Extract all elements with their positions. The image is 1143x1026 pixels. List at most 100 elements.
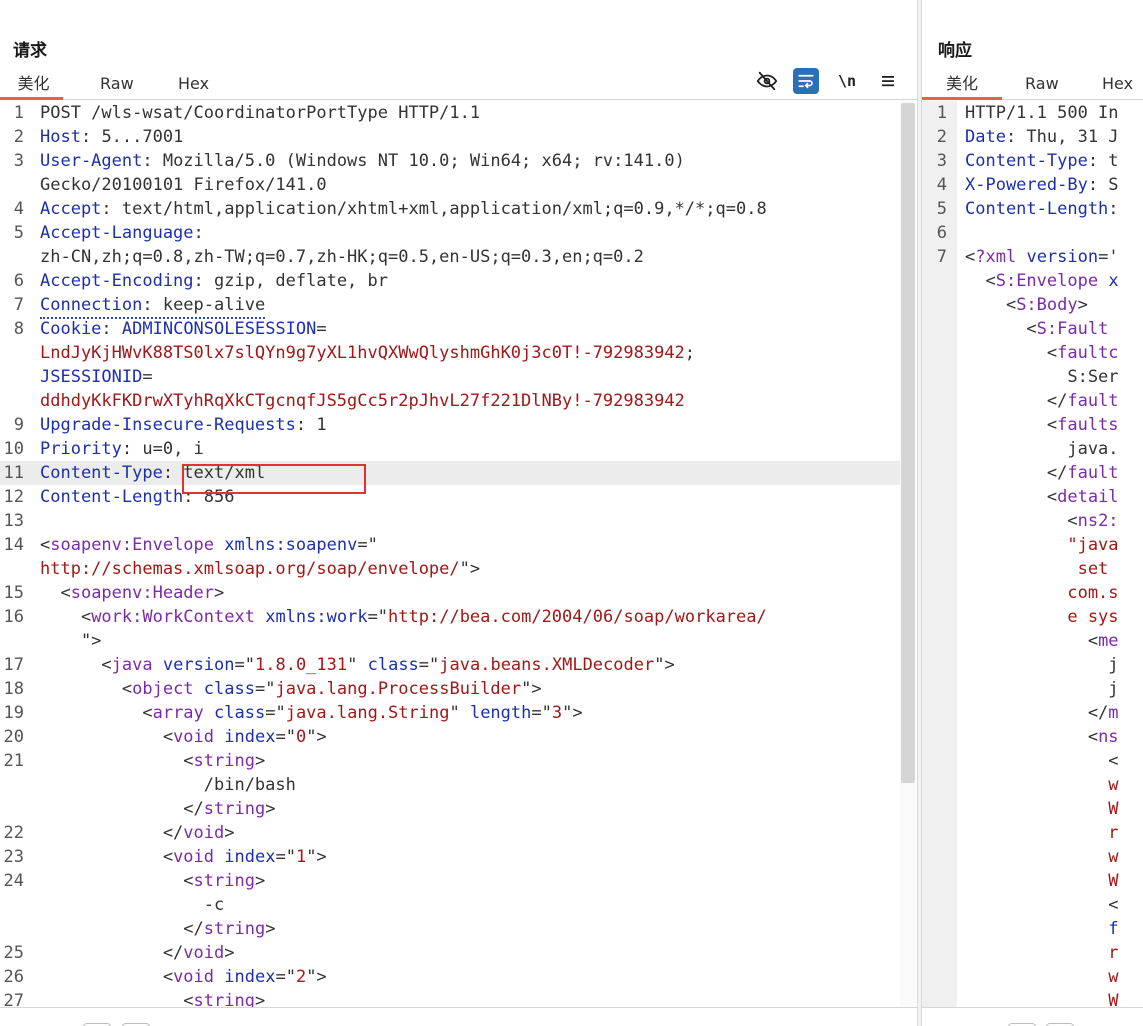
code-line[interactable]: 22 </void>: [0, 821, 900, 845]
code-line[interactable]: JSESSIONID=: [0, 365, 900, 389]
code-line[interactable]: </m: [922, 701, 1143, 725]
code-line[interactable]: Gecko/20100101 Firefox/141.0: [0, 173, 900, 197]
code-line[interactable]: <S:Fault: [922, 317, 1143, 341]
code-line[interactable]: 9 Upgrade-Insecure-Requests: 1: [0, 413, 900, 437]
code-line[interactable]: 27 <string>: [0, 989, 900, 1007]
code-line[interactable]: </fault: [922, 461, 1143, 485]
code-line[interactable]: 8 Cookie: ADMINCONSOLESESSION=: [0, 317, 900, 341]
code-line[interactable]: 1 POST /wls-wsat/CoordinatorPortType HTTP…: [0, 101, 900, 125]
code-line[interactable]: 7 Connection: keep-alive: [0, 293, 900, 319]
code-line[interactable]: 20 <void index="0">: [0, 725, 900, 749]
code-line[interactable]: r: [922, 941, 1143, 965]
request-scrollbar[interactable]: [900, 101, 916, 1007]
code-line[interactable]: LndJyKjHWvK88TS0lx7slQYn9g7yXL1hvQXWwQly…: [0, 341, 900, 365]
code-line[interactable]: 5 Accept-Language:: [0, 221, 900, 245]
response-editor[interactable]: 1 HTTP/1.1 500 In 2 Date: Thu, 31 J 3 Content…: [922, 101, 1143, 1007]
code-line[interactable]: 17 <java version="1.8.0_131" class="java…: [0, 653, 900, 677]
code-line[interactable]: 23 <void index="1">: [0, 845, 900, 869]
eye-slash-icon[interactable]: [754, 68, 780, 94]
code-line[interactable]: <faults: [922, 413, 1143, 437]
code-line[interactable]: e sys: [922, 605, 1143, 629]
code-line[interactable]: <: [922, 749, 1143, 773]
code-line[interactable]: com.s: [922, 581, 1143, 605]
code-line[interactable]: 7 <?xml version=': [922, 245, 1143, 269]
code-line[interactable]: http://schemas.xmlsoap.org/soap/envelope…: [0, 557, 900, 581]
code-line[interactable]: 6: [922, 221, 1143, 245]
code-line[interactable]: 3 Content-Type: t: [922, 149, 1143, 173]
code-token: java.beans.XMLDecoder: [439, 655, 655, 675]
tab-hex[interactable]: Hex: [178, 72, 209, 100]
tab-pretty[interactable]: 美化: [0, 72, 63, 100]
code-text: Accept: text/html,application/xhtml+xml,…: [40, 197, 767, 221]
code-line[interactable]: 18 <object class="java.lang.ProcessBuild…: [0, 677, 900, 701]
code-line[interactable]: 2 Host: 5...7001: [0, 125, 900, 149]
tab-hex[interactable]: Hex: [1102, 72, 1133, 100]
code-line[interactable]: W: [922, 797, 1143, 821]
word-wrap-icon[interactable]: [793, 68, 819, 94]
code-line[interactable]: j: [922, 677, 1143, 701]
hamburger-menu-icon[interactable]: [875, 68, 901, 94]
line-number: 18: [3, 679, 24, 699]
code-line[interactable]: -c: [0, 893, 900, 917]
tab-raw[interactable]: Raw: [1025, 72, 1059, 100]
code-line[interactable]: 24 <string>: [0, 869, 900, 893]
code-line[interactable]: 21 <string>: [0, 749, 900, 773]
code-line[interactable]: <me: [922, 629, 1143, 653]
code-token: <: [965, 247, 976, 267]
code-line[interactable]: 1 HTTP/1.1 500 In: [922, 101, 1143, 125]
code-line[interactable]: ">: [0, 629, 900, 653]
code-line[interactable]: 25 </void>: [0, 941, 900, 965]
code-line[interactable]: 5 Content-Length:: [922, 197, 1143, 221]
code-line[interactable]: w: [922, 773, 1143, 797]
code-line[interactable]: 10 Priority: u=0, i: [0, 437, 900, 461]
code-line[interactable]: r: [922, 821, 1143, 845]
code-line[interactable]: <ns2:: [922, 509, 1143, 533]
code-line[interactable]: W: [922, 989, 1143, 1007]
code-line[interactable]: <S:Body>: [922, 293, 1143, 317]
code-line[interactable]: <faultc: [922, 341, 1143, 365]
code-line[interactable]: <ns: [922, 725, 1143, 749]
code-line[interactable]: </string>: [0, 797, 900, 821]
code-line[interactable]: 11 Content-Type: text/xml: [0, 461, 900, 485]
code-line[interactable]: 3 User-Agent: Mozilla/5.0 (Windows NT 10.…: [0, 149, 900, 173]
code-line[interactable]: 12 Content-Length: 856: [0, 485, 900, 509]
code-line[interactable]: 13: [0, 509, 900, 533]
code-line[interactable]: "java: [922, 533, 1143, 557]
code-line[interactable]: 4 X-Powered-By: S: [922, 173, 1143, 197]
code-token: <: [40, 871, 194, 891]
code-line[interactable]: S:Ser: [922, 365, 1143, 389]
request-scroll-thumb[interactable]: [901, 103, 915, 783]
code-line[interactable]: 2 Date: Thu, 31 J: [922, 125, 1143, 149]
code-token: S:Envelope: [995, 271, 1099, 291]
code-line[interactable]: zh-CN,zh;q=0.8,zh-TW;q=0.7,zh-HK;q=0.5,e…: [0, 245, 900, 269]
code-line[interactable]: <detail: [922, 485, 1143, 509]
tab-pretty[interactable]: 美化: [922, 72, 1002, 100]
code-line[interactable]: 16 <work:WorkContext xmlns:work="http://…: [0, 605, 900, 629]
code-token: <: [965, 895, 1119, 915]
code-line[interactable]: W: [922, 869, 1143, 893]
code-line[interactable]: 19 <array class="java.lang.String" lengt…: [0, 701, 900, 725]
code-line[interactable]: <S:Envelope x: [922, 269, 1143, 293]
code-line[interactable]: /bin/bash: [0, 773, 900, 797]
code-line[interactable]: 14 <soapenv:Envelope xmlns:soapenv=": [0, 533, 900, 557]
code-line[interactable]: 26 <void index="2">: [0, 965, 900, 989]
code-line[interactable]: w: [922, 845, 1143, 869]
code-line[interactable]: 15 <soapenv:Header>: [0, 581, 900, 605]
code-text: Gecko/20100101 Firefox/141.0: [40, 173, 327, 197]
code-line[interactable]: 6 Accept-Encoding: gzip, deflate, br: [0, 269, 900, 293]
code-line[interactable]: java.: [922, 437, 1143, 461]
request-editor[interactable]: 1 POST /wls-wsat/CoordinatorPortType HTTP…: [0, 101, 900, 1007]
code-line[interactable]: w: [922, 965, 1143, 989]
response-pane: 响应 美化 Raw Hex 1 HTTP/1.1 500 In 2 Date: Thu…: [922, 0, 1143, 1026]
code-line[interactable]: j: [922, 653, 1143, 677]
code-line[interactable]: set: [922, 557, 1143, 581]
code-line[interactable]: ddhdyKkFKDrwXTyhRqXkCTgcnqfJS5gCc5r2pJhv…: [0, 389, 900, 413]
code-line[interactable]: 4 Accept: text/html,application/xhtml+xml…: [0, 197, 900, 221]
code-line[interactable]: <: [922, 893, 1143, 917]
newline-toggle-button[interactable]: \n: [834, 68, 860, 94]
code-line[interactable]: </string>: [0, 917, 900, 941]
code-line[interactable]: </fault: [922, 389, 1143, 413]
tab-raw[interactable]: Raw: [100, 72, 134, 100]
request-title: 请求: [13, 41, 47, 61]
code-line[interactable]: f: [922, 917, 1143, 941]
